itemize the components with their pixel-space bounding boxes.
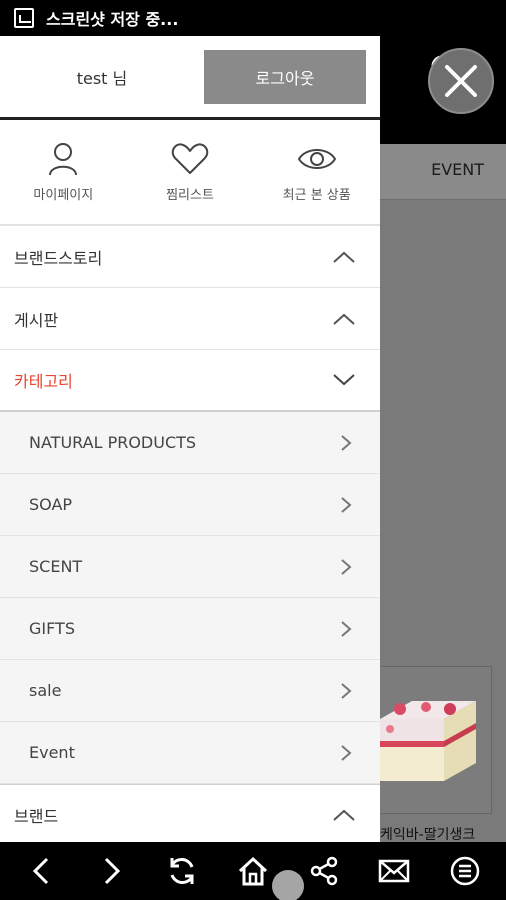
forward-button[interactable] [87, 846, 137, 896]
quick-link-mypage[interactable]: 마이페이지 [0, 120, 127, 224]
chevron-up-icon [333, 809, 355, 821]
chevron-up-icon [333, 313, 355, 325]
category-label: NATURAL PRODUCTS [29, 433, 197, 452]
category-natural-products[interactable]: NATURAL PRODUCTS [0, 412, 380, 474]
bg-product-name[interactable]: 케익바-딸기생크 [380, 824, 506, 844]
chevron-right-icon [341, 682, 352, 699]
category-gifts[interactable]: GIFTS [0, 598, 380, 660]
quick-link-label: 찜리스트 [166, 187, 214, 203]
category-scent[interactable]: SCENT [0, 536, 380, 598]
eye-icon [297, 148, 336, 169]
category-label: SCENT [29, 557, 83, 576]
close-drawer-button[interactable] [428, 48, 494, 114]
status-text: 스크린샷 저장 중... [46, 10, 179, 29]
menu-button[interactable] [440, 846, 490, 896]
bg-product-card[interactable] [380, 666, 492, 814]
touch-indicator [272, 870, 304, 900]
login-row: test 님 로그아웃 [0, 36, 380, 120]
chevron-right-icon [341, 620, 352, 637]
close-icon [445, 65, 477, 97]
menu-brandstory[interactable]: 브랜드스토리 [0, 226, 380, 288]
bottom-nav [0, 842, 506, 900]
menu-board[interactable]: 게시판 [0, 288, 380, 350]
category-soap[interactable]: SOAP [0, 474, 380, 536]
menu-brand[interactable]: 브랜드 [0, 784, 380, 842]
quick-links: 마이페이지 찜리스트 최근 본 상품 [0, 120, 380, 226]
quick-link-label: 최근 본 상품 [282, 187, 351, 203]
mail-icon [378, 859, 410, 883]
forward-icon [104, 857, 120, 885]
menu-label: 카테고리 [14, 372, 73, 391]
chevron-right-icon [341, 496, 352, 513]
quick-link-label: 마이페이지 [33, 187, 94, 203]
back-button[interactable] [16, 846, 66, 896]
menu-icon [450, 856, 479, 886]
category-label: sale [29, 681, 62, 700]
menu-label: 게시판 [14, 310, 59, 330]
category-sale[interactable]: sale [0, 660, 380, 722]
screenshot-icon [14, 8, 34, 28]
bg-nav-event[interactable]: EVENT [431, 160, 484, 179]
chevron-up-icon [333, 251, 355, 263]
chevron-down-icon [333, 374, 355, 386]
category-label: GIFTS [29, 619, 75, 638]
menu-label: 브랜드 [14, 807, 59, 826]
menu-label: 브랜드스토리 [14, 248, 103, 268]
share-icon [310, 856, 337, 886]
category-label: SOAP [29, 495, 73, 514]
back-icon [33, 857, 49, 885]
category-event[interactable]: Event [0, 722, 380, 784]
heart-icon [171, 142, 209, 174]
mail-button[interactable] [369, 846, 419, 896]
share-button[interactable] [299, 846, 349, 896]
person-icon [49, 142, 78, 175]
home-button[interactable] [228, 846, 278, 896]
home-icon [238, 856, 267, 886]
chevron-right-icon [341, 434, 352, 451]
logout-button[interactable]: 로그아웃 [204, 49, 366, 104]
background-page: EVENT 케익바-딸기생크 [380, 36, 506, 844]
quick-link-wishlist[interactable]: 찜리스트 [127, 120, 254, 224]
category-label: Event [29, 743, 75, 762]
menu-category[interactable]: 카테고리 [0, 350, 380, 412]
user-name: test 님 [76, 68, 128, 88]
product-image [380, 701, 476, 781]
quick-link-recent[interactable]: 최근 본 상품 [253, 120, 380, 224]
side-drawer: test 님 로그아웃 마이페이지 찜리스트 최근 본 상품 브랜드스토리 게시… [0, 36, 380, 842]
chevron-right-icon [341, 744, 352, 761]
status-bar: 스크린샷 저장 중... [0, 0, 506, 36]
refresh-button[interactable] [157, 846, 207, 896]
refresh-icon [170, 858, 194, 884]
chevron-right-icon [341, 558, 352, 575]
